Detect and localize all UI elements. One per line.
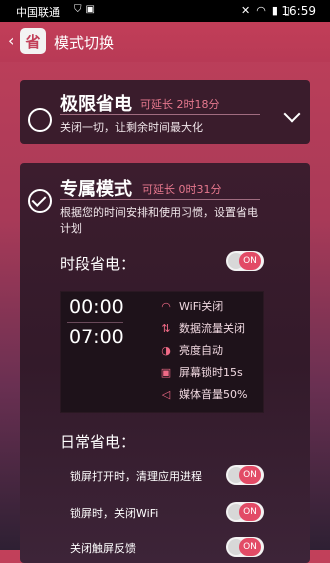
extend-label: 可延长 2时18分 xyxy=(140,98,220,111)
volume-icon: ◁ xyxy=(161,387,171,401)
feature-item: ◠ WiFi关闭 xyxy=(159,298,223,314)
image-icon: ▣ xyxy=(85,4,95,15)
radio-unchecked-icon[interactable] xyxy=(28,108,52,132)
mode-card-extreme[interactable]: 极限省电 可延长 2时18分 关闭一切，让剩余时间最大化 xyxy=(20,80,310,144)
daily-section-label: 日常省电： xyxy=(60,433,136,451)
app-icon[interactable]: 省 xyxy=(20,28,46,54)
wifi-icon: ◠ xyxy=(256,4,266,17)
schedule-section-label: 时段省电： xyxy=(60,255,136,273)
status-bar: 中国联通 ⛉ ▣ ✕ ◠ ▮ ▯ 16:59 xyxy=(0,0,330,22)
mode-title: 专属模式 xyxy=(60,179,132,200)
feature-item: ⇅ 数据流量关闭 xyxy=(159,320,245,336)
brightness-icon: ◑ xyxy=(161,343,171,357)
divider xyxy=(60,114,260,115)
page-title: 模式切换 xyxy=(54,34,115,52)
daily-item-label: 锁屏打开时，清理应用进程 xyxy=(70,470,202,483)
mode-description: 关闭一切，让剩余时间最大化 xyxy=(60,121,203,134)
mute-icon: ✕ xyxy=(241,4,251,17)
mode-description: 根据您的时间安排和使用习惯，设置省电计划 xyxy=(60,206,258,235)
clock: 16:59 xyxy=(281,4,316,18)
daily-toggle-wifi[interactable]: ON xyxy=(226,502,264,522)
daily-item-label: 关闭触屏反馈 xyxy=(70,542,136,555)
extend-label: 可延长 0时31分 xyxy=(142,183,222,196)
daily-toggle-haptic[interactable]: ON xyxy=(226,537,264,557)
start-time: 00:00 xyxy=(69,296,124,318)
daily-toggle-clean[interactable]: ON xyxy=(226,465,264,485)
feature-item: ◑ 亮度自动 xyxy=(159,342,223,358)
carrier-label: 中国联通 xyxy=(16,6,60,19)
end-time: 07:00 xyxy=(69,326,124,348)
usb-icon: ⛉ xyxy=(74,4,82,15)
time-separator xyxy=(67,322,123,323)
chevron-left-icon[interactable]: ‹ xyxy=(8,31,14,50)
feature-item: ◁ 媒体音量50% xyxy=(159,386,248,402)
feature-item: ▣ 屏幕锁时15s xyxy=(160,365,243,380)
schedule-panel[interactable]: 00:00 07:00 ◠ WiFi关闭 ⇅ 数据流量关闭 ◑ 亮度自动 ▣ 屏… xyxy=(60,291,264,413)
wifi-icon: ◠ xyxy=(161,299,171,313)
mode-card-custom[interactable]: 专属模式 可延长 0时31分 根据您的时间安排和使用习惯，设置省电计划 时段省电… xyxy=(20,163,310,563)
divider xyxy=(60,199,260,200)
header: ‹ 省 模式切换 xyxy=(0,22,330,62)
chevron-down-icon[interactable] xyxy=(283,105,301,123)
daily-item-label: 锁屏时，关闭WiFi xyxy=(70,507,159,520)
schedule-toggle[interactable]: ON xyxy=(226,251,264,271)
mode-title: 极限省电 xyxy=(60,94,132,115)
data-icon: ⇅ xyxy=(161,321,171,335)
signal-icon: ▮ xyxy=(271,4,278,17)
radio-checked-icon[interactable] xyxy=(28,189,52,213)
lock-icon: ▣ xyxy=(160,365,172,379)
